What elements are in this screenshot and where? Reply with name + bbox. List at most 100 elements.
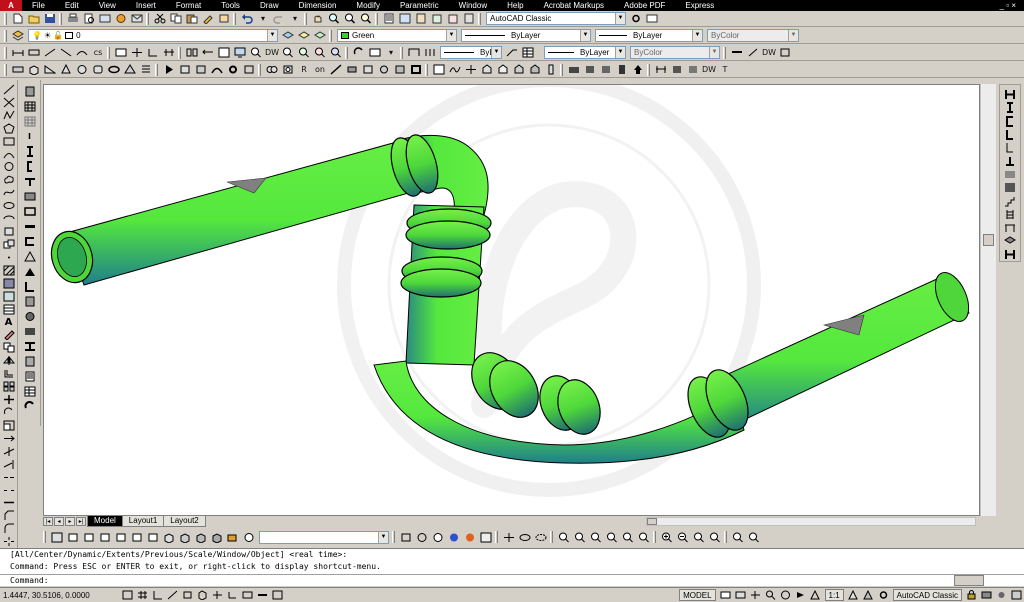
clean-screen-icon[interactable]: [1010, 589, 1023, 601]
insert-block-icon[interactable]: [2, 226, 15, 238]
bottom-view-icon[interactable]: [82, 531, 96, 544]
ellipse-icon[interactable]: [2, 200, 15, 212]
line-icon[interactable]: [2, 84, 15, 96]
separate-icon[interactable]: [393, 63, 407, 76]
layer-state-icon[interactable]: [313, 29, 327, 42]
linear-dimension-icon[interactable]: [11, 46, 25, 59]
plate-icon[interactable]: [23, 325, 36, 338]
tab-layout1[interactable]: Layout1: [121, 516, 165, 527]
realistic-icon[interactable]: [447, 531, 461, 544]
dimension-break-icon[interactable]: [654, 63, 668, 76]
refresh-icon[interactable]: [23, 400, 36, 413]
zoom-in-bottom-icon[interactable]: [660, 531, 674, 544]
horizontal-scrollbar[interactable]: [646, 517, 976, 526]
move-icon[interactable]: [2, 394, 15, 406]
annotation-scale-dropdown[interactable]: 1:1: [824, 589, 844, 601]
lineweight-control-dropdown[interactable]: ByLayer ▼: [595, 29, 703, 42]
arc-icon[interactable]: [2, 148, 15, 160]
menu-tools[interactable]: Tools: [211, 0, 250, 11]
3d-print-icon[interactable]: [114, 12, 128, 25]
zoom-previous-icon[interactable]: [359, 12, 373, 25]
zoom-scale-icon[interactable]: [313, 46, 327, 59]
presspull-icon[interactable]: [194, 63, 208, 76]
dw-label-2[interactable]: DW: [762, 46, 776, 59]
distance-icon[interactable]: [23, 85, 36, 98]
triangle-profile-icon[interactable]: [23, 250, 36, 263]
continue-icon[interactable]: [162, 46, 176, 59]
dw-label-3[interactable]: DW: [702, 63, 716, 76]
menu-express[interactable]: Express: [675, 0, 724, 11]
box-icon[interactable]: [27, 63, 41, 76]
3d-wireframe-icon[interactable]: [415, 531, 429, 544]
zoom-extents-icon[interactable]: [281, 46, 295, 59]
rectangle-icon[interactable]: [2, 135, 15, 147]
annotation-visibility-icon[interactable]: [847, 589, 860, 601]
sheet-set-icon[interactable]: [430, 12, 444, 25]
multiline-text-icon[interactable]: A: [2, 316, 15, 328]
zoom-window-bottom-icon[interactable]: [573, 531, 587, 544]
toolbar-lock-icon[interactable]: [965, 589, 978, 601]
vertical-scrollbar[interactable]: [980, 84, 996, 516]
layer-lock-icon[interactable]: 🔓: [53, 31, 63, 40]
zoom-all-bottom-icon[interactable]: [692, 531, 706, 544]
walk-icon[interactable]: [746, 46, 760, 59]
front-view-icon[interactable]: [130, 531, 144, 544]
spline-icon[interactable]: [2, 187, 15, 199]
grid-display-icon[interactable]: [136, 589, 149, 601]
3d-align-icon[interactable]: [496, 63, 510, 76]
sphere-icon[interactable]: [75, 63, 89, 76]
3d-move-icon[interactable]: [464, 63, 478, 76]
layer-stack-icon[interactable]: [1004, 235, 1017, 246]
weld-icon[interactable]: [23, 265, 36, 278]
layer-manager-icon[interactable]: [11, 29, 25, 42]
previous-tab-button[interactable]: ◂: [54, 517, 64, 526]
named-ucs-icon[interactable]: [50, 531, 64, 544]
flat-bar-icon[interactable]: [23, 220, 36, 233]
color-control-dropdown[interactable]: Green ▼: [337, 29, 457, 42]
ladder-icon[interactable]: [1004, 209, 1017, 220]
polar-tracking-icon[interactable]: [166, 589, 179, 601]
named-views-icon[interactable]: [368, 46, 382, 59]
object-snap-icon[interactable]: [181, 589, 194, 601]
jogged-linear-icon[interactable]: [670, 63, 684, 76]
auto-scale-icon[interactable]: [862, 589, 875, 601]
menu-parametric[interactable]: Parametric: [390, 0, 449, 11]
interfere-icon[interactable]: [377, 63, 391, 76]
toolbar-grip[interactable]: [4, 12, 7, 25]
inspect-icon[interactable]: [686, 63, 700, 76]
polyline-icon[interactable]: [448, 63, 462, 76]
array-icon[interactable]: [2, 381, 15, 393]
flange-icon[interactable]: [23, 190, 36, 203]
center-mark-icon[interactable]: [130, 46, 144, 59]
cylinder-icon[interactable]: [91, 63, 105, 76]
command-scrollbar[interactable]: [954, 575, 984, 586]
toolbar-grip[interactable]: [43, 531, 46, 543]
break-icon[interactable]: [2, 484, 15, 496]
showmotion-icon[interactable]: [794, 589, 807, 601]
ortho-mode-icon[interactable]: [151, 589, 164, 601]
scale-icon[interactable]: [2, 419, 15, 431]
table-icon[interactable]: [521, 46, 535, 59]
tool-palettes-icon[interactable]: [414, 12, 428, 25]
markup-icon[interactable]: [446, 12, 460, 25]
3d-array-icon[interactable]: [512, 63, 526, 76]
rotate-icon[interactable]: [2, 407, 15, 419]
extend-icon[interactable]: [2, 458, 15, 470]
publish-icon[interactable]: [98, 12, 112, 25]
cone-icon[interactable]: [59, 63, 73, 76]
section-plane-icon[interactable]: [730, 46, 744, 59]
calculator-icon[interactable]: [462, 12, 476, 25]
revolve-icon[interactable]: [226, 63, 240, 76]
undo-dropdown-icon[interactable]: ▾: [256, 12, 270, 25]
linetype-control-dropdown[interactable]: ByLayer ▼: [461, 29, 591, 42]
cut-icon[interactable]: [153, 12, 167, 25]
zoom-all-icon[interactable]: [297, 46, 311, 59]
point-icon[interactable]: [2, 251, 15, 263]
redo-icon[interactable]: [272, 12, 286, 25]
menu-format[interactable]: Format: [166, 0, 211, 11]
r-label[interactable]: R: [297, 63, 311, 76]
menu-view[interactable]: View: [89, 0, 126, 11]
quick-view-drawings-icon[interactable]: [734, 589, 747, 601]
bolt-icon[interactable]: [23, 355, 36, 368]
arc-length-icon[interactable]: [43, 46, 57, 59]
